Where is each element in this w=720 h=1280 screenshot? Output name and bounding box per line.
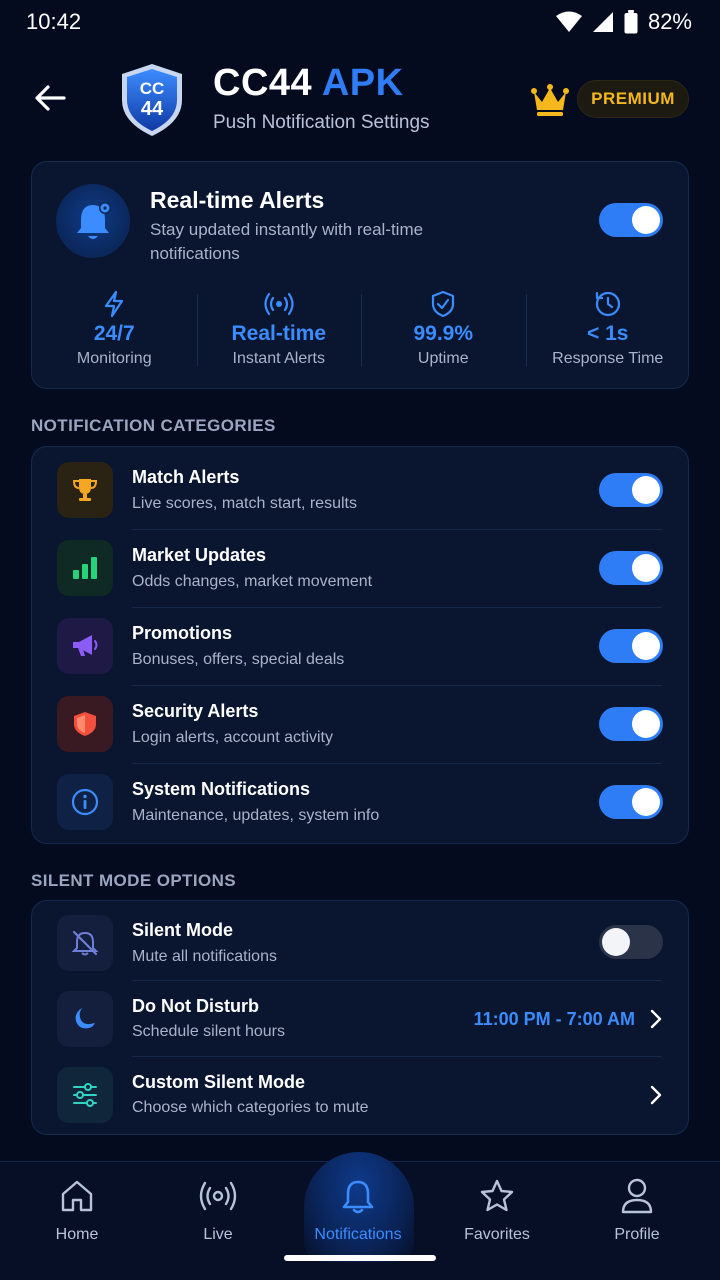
nav-item-home[interactable]: Home — [17, 1176, 137, 1244]
stat-instant-alerts: Real-time Instant Alerts — [196, 290, 362, 370]
info-icon — [57, 774, 113, 830]
silent-mode-toggle[interactable] — [599, 925, 663, 959]
back-button[interactable] — [30, 78, 70, 118]
custom-silent-mode-row[interactable]: Custom Silent Mode Choose which categori… — [32, 1056, 690, 1134]
stats-row: 24/7 Monitoring Real-time Instant Alerts… — [32, 290, 690, 370]
stat-monitoring: 24/7 Monitoring — [32, 290, 197, 370]
bell-off-icon — [57, 915, 113, 971]
security-alerts-toggle[interactable] — [599, 707, 663, 741]
chevron-right-icon[interactable] — [646, 1083, 666, 1107]
battery-icon — [624, 10, 638, 34]
categories-heading: NOTIFICATION CATEGORIES — [31, 416, 276, 435]
category-row-security-alerts[interactable]: Security Alerts Login alerts, account ac… — [32, 685, 690, 763]
sliders-icon — [57, 1067, 113, 1123]
page-subtitle: Push Notification Settings — [213, 112, 430, 133]
clock-icon — [595, 291, 620, 317]
status-icons: 82% — [555, 9, 692, 35]
moon-icon — [57, 991, 113, 1047]
status-time: 10:42 — [26, 9, 82, 34]
crown-icon — [531, 84, 569, 116]
nav-item-live[interactable]: Live — [158, 1176, 278, 1244]
nav-item-notifications[interactable]: Notifications — [298, 1176, 418, 1244]
back-arrow-icon — [35, 85, 66, 111]
realtime-alerts-title: Real-time Alerts — [150, 187, 325, 213]
nav-item-favorites[interactable]: Favorites — [437, 1176, 557, 1244]
category-row-market-updates[interactable]: Market Updates Odds changes, market move… — [32, 529, 690, 607]
shield-check-icon — [432, 290, 455, 318]
silent-mode-heading: SILENT MODE OPTIONS — [31, 871, 237, 890]
app-title-accent: APK — [321, 62, 404, 104]
do-not-disturb-row[interactable]: Do Not Disturb Schedule silent hours 11:… — [32, 980, 690, 1056]
bar-chart-icon — [57, 540, 113, 596]
silent-mode-card: Silent Mode Mute all notifications Do No… — [31, 900, 689, 1135]
battery-percent: 82% — [647, 9, 692, 34]
broadcast-icon — [264, 292, 294, 316]
realtime-alerts-toggle[interactable] — [599, 203, 663, 237]
shield-icon — [57, 696, 113, 752]
app-header: CC 44 CC44 APK Push Notification Setting… — [0, 56, 720, 146]
premium-badge[interactable]: PREMIUM — [577, 80, 689, 118]
category-row-system-notifications[interactable]: System Notifications Maintenance, update… — [32, 763, 690, 843]
svg-text:44: 44 — [141, 98, 164, 120]
star-icon — [480, 1179, 514, 1212]
live-icon — [199, 1181, 237, 1211]
system-notifications-toggle[interactable] — [599, 785, 663, 819]
megaphone-icon — [57, 618, 113, 674]
promotions-toggle[interactable] — [599, 629, 663, 663]
app-logo: CC 44 — [122, 64, 182, 136]
app-title: CC44 APK — [213, 62, 404, 105]
bell-icon — [342, 1180, 374, 1214]
match-alerts-toggle[interactable] — [599, 473, 663, 507]
home-icon — [61, 1180, 93, 1212]
dnd-schedule-value[interactable]: 11:00 PM - 7:00 AM — [474, 1009, 635, 1030]
svg-text:CC: CC — [140, 79, 165, 98]
silent-mode-row[interactable]: Silent Mode Mute all notifications — [32, 901, 690, 981]
lightning-icon — [105, 290, 124, 318]
home-indicator[interactable] — [284, 1255, 436, 1261]
category-row-promotions[interactable]: Promotions Bonuses, offers, special deal… — [32, 607, 690, 685]
wifi-icon — [555, 11, 582, 32]
profile-icon — [621, 1178, 653, 1214]
trophy-icon — [57, 462, 113, 518]
signal-icon — [592, 12, 613, 32]
status-bar: 10:42 82% — [0, 0, 720, 44]
stat-response-time: < 1s Response Time — [525, 290, 691, 370]
app-title-main: CC44 — [213, 62, 313, 104]
bell-badge-icon — [56, 184, 130, 258]
nav-item-profile[interactable]: Profile — [577, 1176, 697, 1244]
category-row-match-alerts[interactable]: Match Alerts Live scores, match start, r… — [32, 447, 690, 529]
bottom-navigation: Home Live Notifications Favorites Profil… — [0, 1152, 720, 1280]
realtime-alerts-card: Real-time Alerts Stay updated instantly … — [31, 161, 689, 389]
realtime-alerts-description: Stay updated instantly with real-time no… — [150, 220, 424, 263]
categories-card: Match Alerts Live scores, match start, r… — [31, 446, 689, 844]
market-updates-toggle[interactable] — [599, 551, 663, 585]
stat-uptime: 99.9% Uptime — [361, 290, 526, 370]
chevron-right-icon[interactable] — [646, 1007, 666, 1031]
